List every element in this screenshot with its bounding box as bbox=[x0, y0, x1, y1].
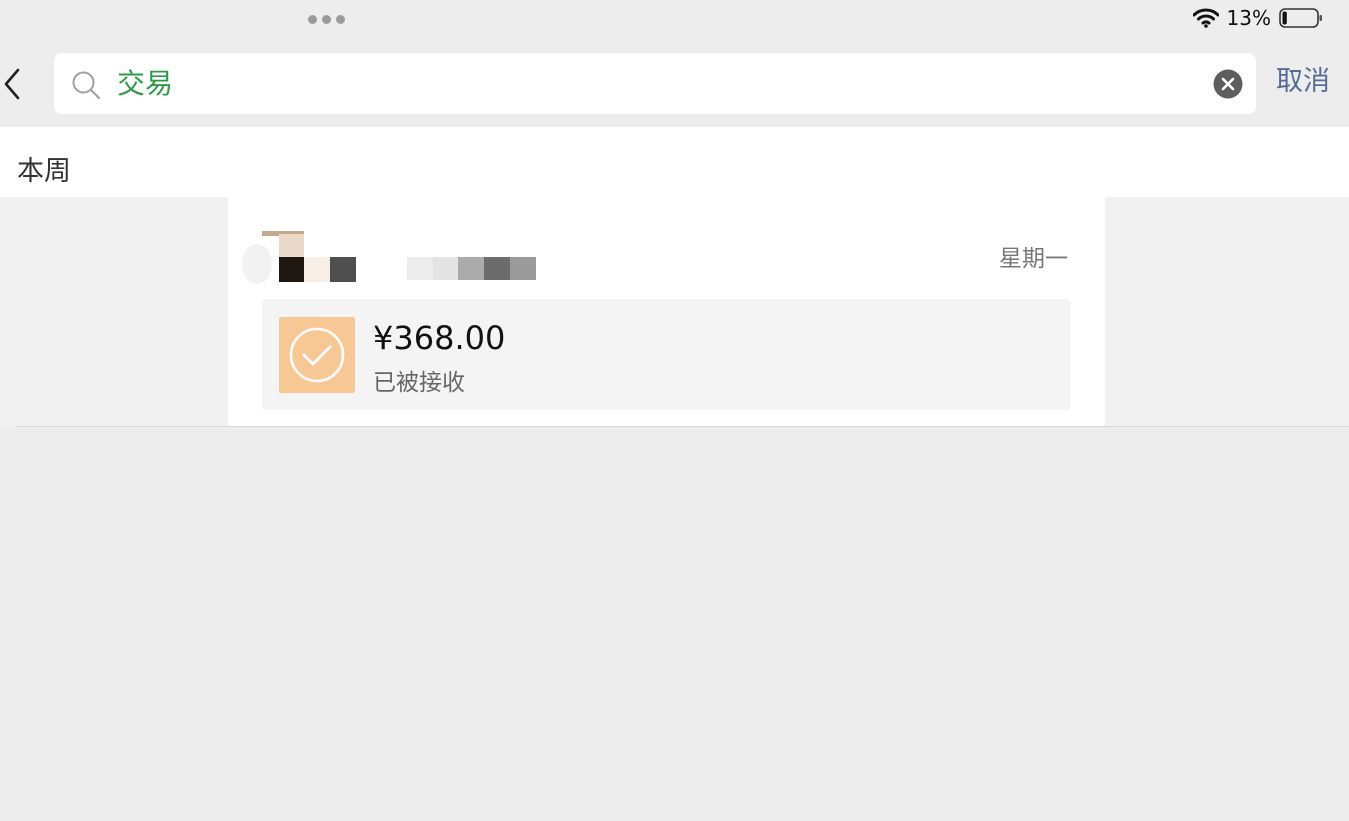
multitask-dots-icon[interactable] bbox=[308, 15, 345, 24]
cancel-button[interactable]: 取消 bbox=[1276, 64, 1330, 100]
search-bar-row: 交易 取消 bbox=[0, 50, 1349, 118]
transfer-amount: ¥368.00 bbox=[373, 319, 506, 357]
date-label: 星期一 bbox=[999, 246, 1068, 272]
wifi-icon bbox=[1192, 8, 1219, 28]
transfer-status: 已被接收 bbox=[373, 370, 465, 396]
back-icon[interactable] bbox=[0, 64, 28, 104]
search-icon bbox=[72, 71, 101, 100]
status-indicators: 13% bbox=[1192, 6, 1323, 30]
status-bar: 13% bbox=[0, 0, 1349, 40]
battery-percent: 13% bbox=[1226, 6, 1271, 30]
chat-result-card[interactable]: 星期一 ¥368.00 已被接收 bbox=[228, 197, 1105, 426]
section-header: 本周 bbox=[0, 127, 1349, 197]
section-title: 本周 bbox=[17, 156, 71, 187]
search-result-row[interactable]: 星期一 ¥368.00 已被接收 bbox=[0, 197, 1349, 426]
transfer-message-bubble[interactable]: ¥368.00 已被接收 bbox=[262, 299, 1071, 410]
transfer-icon bbox=[279, 317, 355, 393]
search-query[interactable]: 交易 bbox=[117, 67, 173, 101]
check-icon bbox=[289, 327, 345, 383]
clear-icon[interactable] bbox=[1213, 69, 1243, 99]
search-input[interactable]: 交易 bbox=[54, 53, 1256, 114]
battery-icon bbox=[1279, 8, 1322, 28]
divider bbox=[16, 426, 1349, 427]
avatar bbox=[242, 244, 272, 284]
